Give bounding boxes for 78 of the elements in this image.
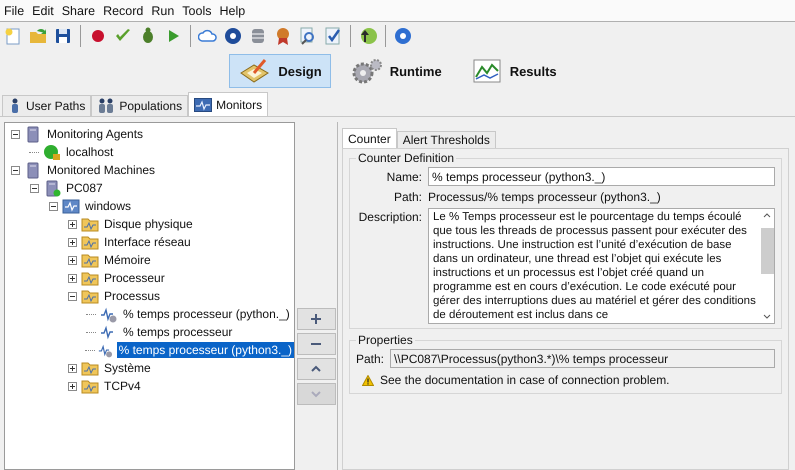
mode-button[interactable]: Results [460, 54, 566, 88]
up-button[interactable] [296, 358, 336, 380]
remove-button[interactable] [296, 332, 336, 354]
upload-icon[interactable] [358, 26, 378, 46]
name-field[interactable]: % temps processeur (python3._) [428, 167, 775, 186]
group-title: Counter Definition [357, 151, 456, 165]
folder-icon [81, 216, 99, 232]
menu-item[interactable]: Run [151, 4, 174, 18]
folder-icon [81, 288, 99, 304]
waveform-gear-icon [100, 306, 118, 322]
tree-item[interactable]: % temps processeur (python._) [121, 306, 292, 322]
expand-icon[interactable] [68, 364, 76, 372]
waveform-icon [62, 198, 80, 214]
menu-item[interactable]: File [4, 4, 24, 18]
tree-item[interactable]: Monitored Machines [45, 162, 158, 178]
expand-icon[interactable] [68, 274, 76, 282]
collapse-icon[interactable] [30, 184, 38, 192]
path-field[interactable]: \\PC087\Processus(python3.*)\% temps processeur [390, 349, 775, 368]
tab[interactable]: Populations [91, 95, 188, 116]
save-icon[interactable] [53, 26, 73, 46]
collapse-icon[interactable] [48, 202, 58, 210]
folder-icon [81, 378, 99, 394]
tree-item[interactable]: localhost [64, 144, 116, 160]
expand-icon[interactable] [68, 382, 76, 390]
mode-button[interactable]: Runtime [340, 54, 451, 88]
tree-item[interactable]: TCPv4 [102, 378, 143, 394]
warning-icon [362, 374, 374, 386]
globe-lock-icon [43, 144, 61, 160]
menu-item[interactable]: Help [219, 4, 246, 18]
expand-icon[interactable] [68, 220, 76, 228]
scroll-down-icon[interactable] [763, 314, 771, 320]
tree-item[interactable]: Disque physique [102, 216, 195, 232]
open-icon[interactable] [28, 26, 48, 46]
expand-icon[interactable] [68, 256, 76, 264]
tree-item[interactable]: Monitoring Agents [45, 126, 146, 142]
field-label: Description: [358, 209, 422, 224]
tab[interactable]: User Paths [2, 95, 92, 116]
tree-item[interactable]: Interface réseau [102, 234, 193, 250]
menu-item[interactable]: Record [103, 4, 144, 18]
mode-button[interactable]: Design [229, 54, 331, 88]
checklist-icon[interactable] [323, 26, 343, 46]
menu-item[interactable]: Tools [182, 4, 212, 18]
field-label: Path: [392, 190, 422, 204]
tab[interactable]: Monitors [188, 92, 268, 116]
tree-item[interactable]: % temps processeur (python3._) [116, 342, 294, 358]
tree-item[interactable]: Processus [102, 288, 162, 304]
tree-item[interactable]: windows [83, 198, 134, 214]
tree-item[interactable]: Système [102, 360, 153, 376]
field-label: Name: [386, 170, 422, 184]
add-button[interactable] [296, 308, 336, 330]
folder-icon [81, 360, 99, 376]
tab[interactable]: Counter [342, 128, 397, 148]
menu-item[interactable]: Edit [32, 4, 54, 18]
waveform-icon [194, 98, 212, 112]
folder-icon [81, 270, 99, 286]
scrollbar-thumb[interactable] [760, 228, 774, 274]
menu-item[interactable]: Share [62, 4, 96, 18]
tree-item[interactable]: % temps processeur [121, 324, 234, 340]
collapse-icon[interactable] [10, 166, 20, 174]
group-title: Properties [357, 333, 414, 347]
folder-icon [81, 252, 99, 268]
warning-text: See the documentation in case of connection problem. [380, 373, 670, 387]
plus-icon [310, 312, 322, 324]
people-icon [97, 98, 116, 114]
tree-item[interactable]: Mémoire [102, 252, 153, 268]
gears-icon [350, 57, 384, 85]
folder-icon [81, 234, 99, 250]
waveform-gear-icon [98, 342, 114, 358]
tree-item[interactable]: PC087 [64, 180, 105, 196]
collapse-icon[interactable] [68, 292, 76, 300]
expand-icon[interactable] [68, 238, 76, 246]
tree-item[interactable]: Processeur [102, 270, 167, 286]
description-text: Le % Temps processeur est le pourcentage du temps écoulé que tous les threads de processus passent pour exécuter des instructions. Une instruction est l’unité d’exécution de base dans un ordinateur, une thread est l’objet qui exécute les instructions et un processus est l’objet créé quand un programme est en cours d’exécution. Le code exécuté pour gérer des interruptions dues au matériel et gérer des conditions de déroutement est inclus dans ce [432, 210, 757, 323]
tab[interactable]: Alert Thresholds [396, 131, 496, 148]
path-value: Processus/% temps processeur (python3._) [428, 190, 662, 204]
collapse-icon[interactable] [10, 130, 20, 138]
field-label: Path: [356, 352, 384, 366]
scroll-up-icon[interactable] [763, 212, 771, 218]
